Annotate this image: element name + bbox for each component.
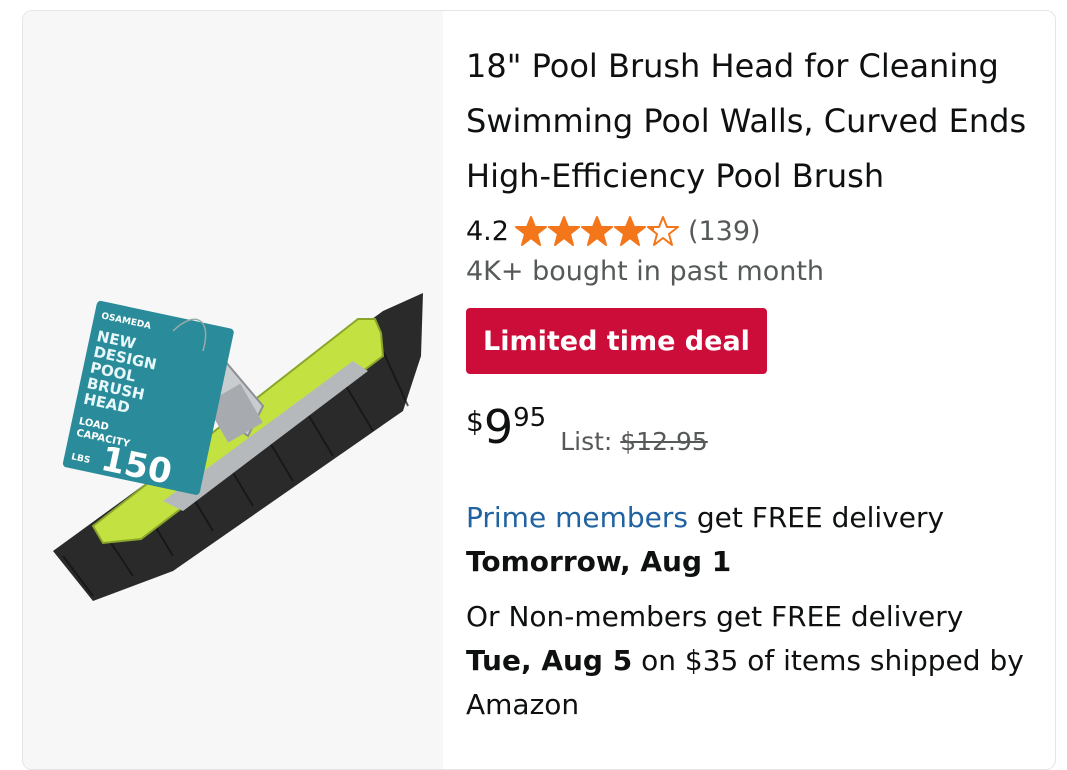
bought-count: 4K+ bought in past month: [466, 256, 825, 287]
star-rating[interactable]: [514, 215, 680, 247]
price-whole: 9: [483, 400, 514, 454]
prime-delivery-text: get FREE delivery: [687, 501, 945, 534]
price-fraction: 95: [513, 403, 547, 433]
nonmember-delivery-date: Tue, Aug 5: [466, 644, 633, 677]
star-full-icon: [580, 216, 613, 246]
star-full-icon: [613, 216, 646, 246]
product-image[interactable]: OSAMEDA NEW DESIGN POOL BRUSH HEAD LOAD …: [23, 11, 443, 769]
prime-delivery: Prime members get FREE delivery Tomorrow…: [466, 496, 1046, 584]
nonmember-delivery: Or Non-members get FREE delivery Tue, Au…: [466, 595, 1046, 727]
star-partial-icon: [646, 216, 679, 246]
rating-row[interactable]: 4.2 (139): [466, 211, 761, 251]
rating-value: 4.2: [466, 215, 509, 247]
product-title[interactable]: 18" Pool Brush Head for Cleaning Swimmin…: [466, 39, 1041, 204]
price-symbol: $: [466, 405, 484, 438]
star-full-icon: [547, 216, 580, 246]
nonmember-delivery-text: Or Non-members get FREE delivery: [466, 600, 964, 633]
review-count[interactable]: (139): [688, 216, 761, 247]
prime-members-link[interactable]: Prime members: [466, 501, 688, 534]
list-price-value: $12.95: [620, 427, 708, 456]
star-full-icon: [514, 216, 547, 246]
price: $ 9 95 List: $12.95: [466, 399, 708, 456]
list-price-label: List:: [560, 427, 613, 456]
prime-delivery-date: Tomorrow, Aug 1: [466, 545, 732, 578]
product-card[interactable]: OSAMEDA NEW DESIGN POOL BRUSH HEAD LOAD …: [22, 10, 1056, 770]
list-price: List: $12.95: [560, 427, 708, 456]
deal-badge: Limited time deal: [466, 308, 767, 374]
pool-brush-illustration: OSAMEDA NEW DESIGN POOL BRUSH HEAD LOAD …: [53, 293, 423, 601]
